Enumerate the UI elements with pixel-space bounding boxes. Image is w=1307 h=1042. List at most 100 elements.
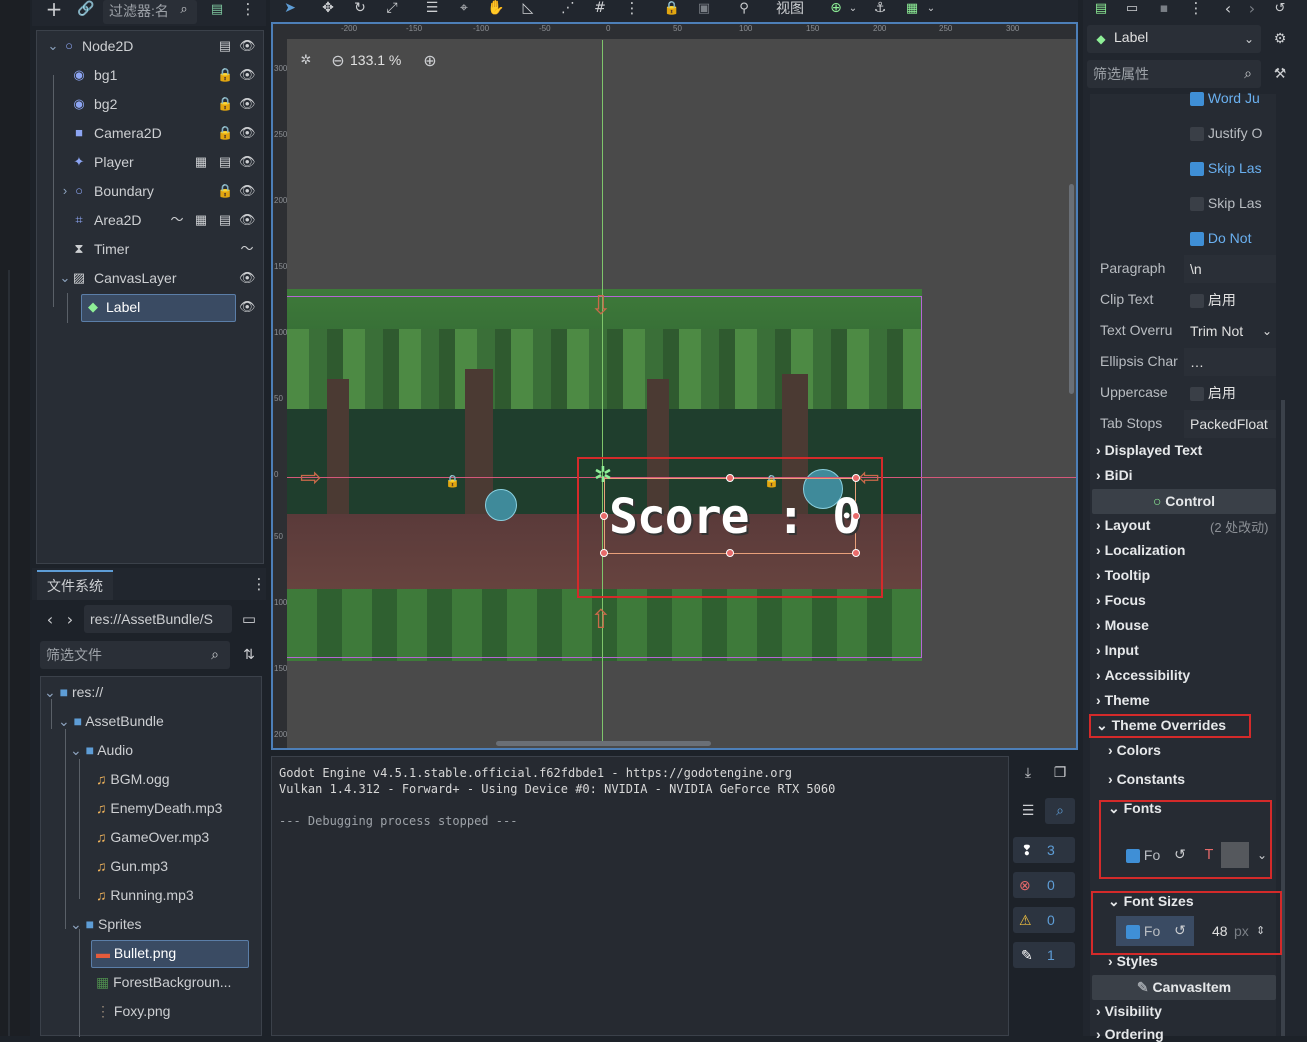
fs-item-gameover[interactable]: ♫ GameOver.mp3 <box>96 823 209 852</box>
node-type-selector[interactable]: ◆ Label ⌄ <box>1087 25 1261 53</box>
rotate-tool-icon[interactable]: ↻ <box>352 0 368 16</box>
section-theme[interactable]: › Theme <box>1096 692 1150 708</box>
errors-count-button[interactable]: ⊗ 0 <box>1013 872 1075 898</box>
clip-text-toggle[interactable]: 启用 <box>1184 286 1276 314</box>
tab-stops-field[interactable]: PackedFloat <box>1184 410 1276 438</box>
tree-item-label-node[interactable]: ◆ Label 👁 <box>37 293 263 321</box>
view-menu[interactable]: 视图 <box>776 0 804 18</box>
fs-item-sprites[interactable]: ⌄ ■ Sprites <box>70 910 142 939</box>
check-do-not-force[interactable]: Do Not <box>1190 224 1251 252</box>
fs-item-bullet[interactable]: ▬ Bullet.png <box>96 939 176 968</box>
container-icon[interactable]: ▦ <box>904 0 920 16</box>
add-circle-icon[interactable]: ⊕ <box>828 0 844 16</box>
zoom-in-icon[interactable]: ⊕ <box>422 51 438 70</box>
script-add-icon[interactable]: ▤ <box>208 0 226 18</box>
vertical-scrollbar[interactable] <box>1069 184 1074 394</box>
filesystem-filter-input[interactable]: 筛选文件 <box>40 641 230 669</box>
select-tool-icon[interactable]: ➤ <box>282 0 298 16</box>
history-forward-icon[interactable]: › <box>1244 0 1260 18</box>
section-constants[interactable]: › Constants <box>1108 771 1185 787</box>
snap-options-icon[interactable]: ⋮ <box>624 0 640 17</box>
grid-snap-icon[interactable]: # <box>592 0 608 16</box>
scroll-lock-icon[interactable]: ⤓ <box>1020 765 1036 781</box>
fs-item-running[interactable]: ♫ Running.mp3 <box>96 881 194 910</box>
messages-count-button[interactable]: ❢ 3 <box>1013 837 1075 863</box>
more-menu-icon[interactable]: ⋮ <box>240 0 256 18</box>
more-menu-icon[interactable]: ⋮ <box>1188 0 1204 17</box>
fs-item-audio[interactable]: ⌄ ■ Audio <box>70 736 133 765</box>
bone-icon[interactable]: ⚲ <box>736 0 752 16</box>
ellipsis-char-field[interactable]: … <box>1184 348 1276 376</box>
save-icon[interactable]: ▪ <box>1156 0 1172 16</box>
list-select-icon[interactable]: ☰ <box>424 0 440 16</box>
add-node-icon[interactable]: + <box>44 0 64 21</box>
paragraph-separator-field[interactable]: \n <box>1184 255 1276 283</box>
section-localization[interactable]: › Localization <box>1096 542 1185 558</box>
section-colors[interactable]: › Colors <box>1108 742 1161 758</box>
filesystem-path-field[interactable]: res://AssetBundle/S <box>84 605 232 633</box>
category-canvas-item[interactable]: ✎ CanvasItem <box>1092 975 1276 1000</box>
section-styles[interactable]: › Styles <box>1108 953 1158 969</box>
text-overrun-select[interactable]: Trim Not ⌄ <box>1184 317 1276 345</box>
scale-tool-icon[interactable]: ⤢ <box>384 0 400 16</box>
uppercase-toggle[interactable]: 启用 <box>1184 379 1276 407</box>
move-tool-icon[interactable]: ✥ <box>320 0 336 16</box>
horizontal-scrollbar[interactable] <box>496 741 711 746</box>
more-menu-icon[interactable]: ⋮ <box>252 574 267 594</box>
tree-item-canvaslayer[interactable]: ⌄ ▨ CanvasLayer 👁 <box>37 264 263 292</box>
tree-item-node2d[interactable]: ⌄ ○ Node2D ▤ 👁 <box>37 32 263 60</box>
new-resource-icon[interactable]: ▤ <box>1093 0 1109 16</box>
open-folder-icon[interactable]: ▭ <box>1124 0 1140 16</box>
link-icon[interactable]: 🔗 <box>76 0 96 18</box>
tree-item-bg2[interactable]: ◉ bg2 🔒 👁 <box>37 90 263 118</box>
section-focus[interactable]: › Focus <box>1096 592 1146 608</box>
section-layout[interactable]: › Layout <box>1096 517 1150 533</box>
history-back-icon[interactable]: ‹ <box>1220 0 1236 18</box>
tools-icon[interactable]: ⚒ <box>1271 65 1289 83</box>
pivot-tool-icon[interactable]: ⌖ <box>456 0 472 16</box>
lock-icon[interactable]: 🔒 <box>664 0 680 16</box>
fs-item-forestbackground[interactable]: ▦ ForestBackgroun... <box>96 968 231 997</box>
fs-item-bgm[interactable]: ♫ BGM.ogg <box>96 765 170 794</box>
group-icon[interactable]: ▣ <box>696 0 712 16</box>
section-displayed-text[interactable]: › Displayed Text <box>1096 442 1202 458</box>
fs-item-assetbundle[interactable]: ⌄ ■ AssetBundle <box>58 707 164 736</box>
split-view-icon[interactable]: ▭ <box>240 610 258 628</box>
warnings-count-button[interactable]: ⚠ 0 <box>1013 907 1075 933</box>
back-arrow-icon[interactable]: ‹ <box>44 609 56 629</box>
center-view-icon[interactable]: ✲ <box>298 52 314 68</box>
collapse-icon[interactable]: ☰ <box>1020 803 1036 819</box>
section-ordering[interactable]: › Ordering <box>1096 1026 1164 1042</box>
check-justify-only[interactable]: Justify O <box>1190 119 1262 147</box>
section-input[interactable]: › Input <box>1096 642 1139 658</box>
filter-button[interactable]: ⌕ <box>1045 798 1075 824</box>
chevron-down-icon[interactable]: ⌄ <box>848 0 858 16</box>
copy-icon[interactable]: ❐ <box>1052 765 1068 781</box>
section-mouse[interactable]: › Mouse <box>1096 617 1149 633</box>
fs-item-enemydeath[interactable]: ♫ EnemyDeath.mp3 <box>96 794 222 823</box>
check-skip-last-with-chars[interactable]: Skip Las <box>1190 189 1262 217</box>
smart-snap-icon[interactable]: ⋰ <box>560 0 576 16</box>
check-word-justify[interactable]: Word Ju <box>1190 84 1260 112</box>
fs-item-foxy[interactable]: ⋮ Foxy.png <box>96 997 170 1026</box>
fs-item-res[interactable]: ⌄ ■ res:// <box>44 678 103 707</box>
tree-item-boundary[interactable]: › ○ Boundary 🔒 👁 <box>37 177 263 205</box>
pan-tool-icon[interactable]: ✋ <box>487 0 504 16</box>
ruler-tool-icon[interactable]: ◺ <box>520 0 536 16</box>
tree-item-area2d[interactable]: ⌗ Area2D 〜 ▦ ▤ 👁 <box>37 206 263 234</box>
history-icon[interactable]: ↺ <box>1272 0 1288 16</box>
category-control[interactable]: ○ Control <box>1092 489 1276 514</box>
section-tooltip[interactable]: › Tooltip <box>1096 567 1150 583</box>
tab-filesystem[interactable]: 文件系统 <box>37 570 113 600</box>
check-skip-last[interactable]: Skip Las <box>1190 154 1262 182</box>
zoom-out-icon[interactable]: ⊖ <box>330 51 346 70</box>
section-visibility[interactable]: › Visibility <box>1096 1003 1162 1019</box>
tree-item-player[interactable]: ✦ Player ▦ ▤ 👁 <box>37 148 263 176</box>
section-accessibility[interactable]: › Accessibility <box>1096 667 1190 683</box>
forward-arrow-icon[interactable]: › <box>64 609 76 629</box>
section-bidi[interactable]: › BiDi <box>1096 467 1133 483</box>
zoom-level[interactable]: 133.1 % <box>350 52 401 68</box>
object-properties-icon[interactable]: ⚙ <box>1271 30 1289 48</box>
editor-messages-button[interactable]: ✎ 1 <box>1013 942 1075 968</box>
chevron-down-icon[interactable]: ⌄ <box>926 0 936 16</box>
